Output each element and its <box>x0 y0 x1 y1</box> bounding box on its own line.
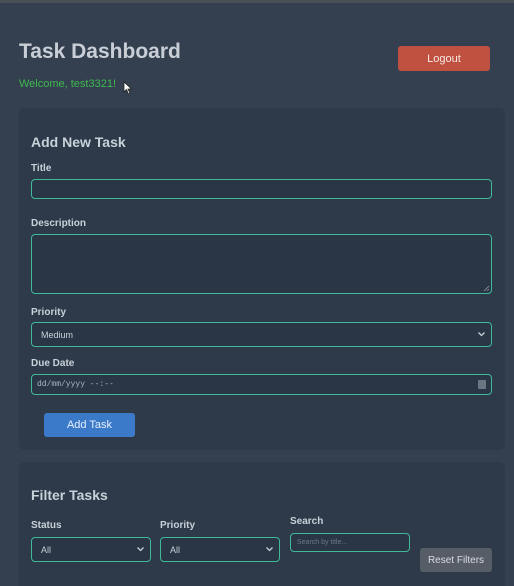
page-header: Task Dashboard Welcome, test3321! Logout <box>19 40 491 100</box>
filter-tasks-card: Filter Tasks Status All Priority All Sea… <box>19 462 505 586</box>
search-placeholder: Search by title... <box>297 539 348 546</box>
due-date-input[interactable]: dd/mm/yyyy --:-- <box>31 374 492 395</box>
page-title: Task Dashboard <box>19 40 181 63</box>
priority-selected-value: Medium <box>41 330 74 340</box>
priority-label: Priority <box>31 307 67 318</box>
title-input[interactable] <box>31 179 492 199</box>
add-task-heading: Add New Task <box>31 134 126 150</box>
description-label: Description <box>31 218 87 229</box>
logout-button[interactable]: Logout <box>398 46 490 71</box>
window-top-border <box>0 0 514 3</box>
due-date-placeholder: dd/mm/yyyy --:-- <box>37 380 114 389</box>
resize-handle-icon[interactable] <box>483 285 489 291</box>
search-input[interactable]: Search by title... <box>290 533 410 552</box>
mouse-cursor-icon <box>123 81 133 95</box>
status-select[interactable]: All <box>31 537 151 562</box>
filter-priority-selected-value: All <box>170 545 181 555</box>
add-task-card: Add New Task Title Description Priority … <box>19 108 505 450</box>
welcome-message: Welcome, test3321! <box>19 78 117 90</box>
chevron-down-icon <box>266 547 273 552</box>
filter-priority-select[interactable]: All <box>160 537 280 562</box>
chevron-down-icon <box>478 332 485 337</box>
due-date-label: Due Date <box>31 358 75 369</box>
calendar-icon[interactable] <box>478 380 486 389</box>
filter-tasks-heading: Filter Tasks <box>31 487 108 503</box>
priority-select[interactable]: Medium <box>31 322 492 347</box>
title-label: Title <box>31 163 52 174</box>
search-label: Search <box>290 516 324 527</box>
add-task-button[interactable]: Add Task <box>44 413 135 437</box>
filter-priority-label: Priority <box>160 520 196 531</box>
status-label: Status <box>31 520 62 531</box>
reset-filters-button[interactable]: Reset Filters <box>420 548 492 572</box>
status-selected-value: All <box>41 545 52 555</box>
description-textarea[interactable] <box>31 234 492 294</box>
chevron-down-icon <box>137 547 144 552</box>
